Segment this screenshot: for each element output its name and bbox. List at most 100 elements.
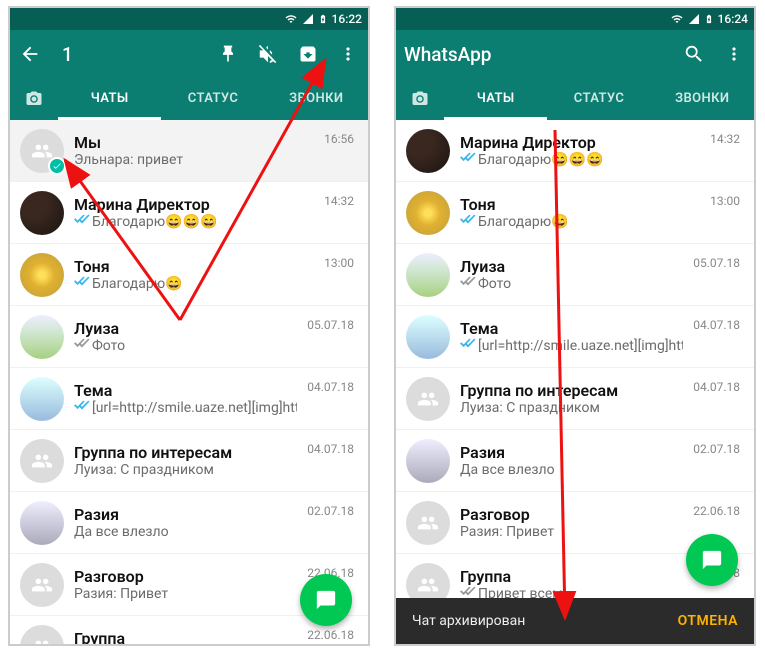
- group-avatar[interactable]: [20, 439, 64, 483]
- avatar[interactable]: [20, 315, 64, 359]
- camera-tab[interactable]: [396, 90, 444, 108]
- chat-last-message: Луиза: С праздником: [460, 400, 683, 416]
- chat-row[interactable]: Тема[url=http://smile.uaze.net][img]http…: [396, 306, 754, 368]
- chat-name: Разговор: [74, 567, 297, 586]
- chat-last-message: Луиза: С праздником: [74, 462, 297, 478]
- new-chat-fab[interactable]: [686, 534, 738, 586]
- battery-icon: [318, 12, 328, 26]
- chat-name: Разия: [460, 443, 683, 462]
- group-avatar[interactable]: [20, 563, 64, 607]
- chat-row[interactable]: Группа по интересамЛуиза: С праздником 04…: [396, 368, 754, 430]
- chat-last-message: Разия: Привет: [74, 586, 297, 602]
- overflow-icon[interactable]: [336, 42, 360, 66]
- signal-icon: [302, 13, 314, 25]
- avatar[interactable]: [406, 315, 450, 359]
- chat-name: Марина Директор: [74, 195, 314, 214]
- chat-name: Мы: [74, 133, 314, 152]
- avatar[interactable]: [20, 253, 64, 297]
- chat-last-message: Благодарю😄: [460, 214, 700, 230]
- chat-row[interactable]: ТоняБлагодарю😄 13:00: [10, 244, 368, 306]
- avatar[interactable]: [20, 191, 64, 235]
- chat-last-message: Разия: Привет: [460, 524, 683, 540]
- chat-name: Луиза: [460, 257, 683, 276]
- group-avatar[interactable]: [20, 129, 64, 173]
- wifi-icon: [670, 13, 684, 25]
- camera-tab[interactable]: [10, 90, 58, 108]
- chat-time: 05.07.18: [307, 318, 354, 332]
- chat-last-message: Фото: [460, 276, 683, 292]
- chat-last-message: [url=http://smile.uaze.net][img]http://s…: [74, 400, 297, 416]
- pin-icon[interactable]: [216, 42, 240, 66]
- tab-chats[interactable]: ЧАТЫ: [58, 78, 161, 120]
- avatar[interactable]: [20, 377, 64, 421]
- avatar[interactable]: [406, 191, 450, 235]
- new-chat-fab[interactable]: [300, 574, 352, 626]
- chat-time: 13:00: [324, 256, 354, 270]
- chat-row[interactable]: МыЭльнара: привет16:56: [10, 120, 368, 182]
- chat-row[interactable]: ТоняБлагодарю😄13:00: [396, 182, 754, 244]
- chat-row[interactable]: Группа по интересамЛуиза: С праздником04…: [10, 430, 368, 492]
- tab-chats[interactable]: ЧАТЫ: [444, 78, 547, 120]
- chat-row[interactable]: ЛуизаФото 05.07.18: [396, 244, 754, 306]
- chat-name: Разия: [74, 505, 297, 524]
- chat-name: Разговор: [460, 505, 683, 524]
- chat-time: 22.06.18: [307, 628, 354, 642]
- tabs: ЧАТЫ СТАТУС ЗВОНКИ: [396, 78, 754, 120]
- snackbar-undo[interactable]: ОТМЕНА: [678, 613, 738, 629]
- tab-status[interactable]: СТАТУС: [547, 78, 650, 120]
- chat-time: 05.07.18: [693, 256, 740, 270]
- chat-last-message: Благодарю😄😄😄: [74, 214, 314, 230]
- battery-icon: [704, 12, 714, 26]
- chat-time: 04.07.18: [307, 380, 354, 394]
- chat-time: 22.06.18: [693, 504, 740, 518]
- double-check-icon: [74, 400, 90, 416]
- chat-list-left: МыЭльнара: привет16:56Марина ДиректорБла…: [10, 120, 368, 644]
- double-check-icon: [460, 338, 476, 354]
- chat-row[interactable]: ЛуизаФото05.07.18: [10, 306, 368, 368]
- signal-icon: [688, 13, 700, 25]
- archive-icon[interactable]: [296, 42, 320, 66]
- group-avatar[interactable]: [406, 377, 450, 421]
- selection-action-bar: 1: [10, 30, 368, 78]
- chat-time: 04.07.18: [307, 442, 354, 456]
- selection-count: 1: [62, 43, 200, 66]
- double-check-icon: [460, 214, 476, 230]
- chat-time: 04.07.18: [693, 318, 740, 332]
- chat-last-message: Эльнара: привет: [74, 152, 314, 168]
- status-time: 16:22: [332, 12, 362, 26]
- mute-icon[interactable]: [256, 42, 280, 66]
- status-bar: 16:22: [10, 8, 368, 30]
- tab-calls[interactable]: ЗВОНКИ: [265, 78, 368, 120]
- snackbar-text: Чат архивирован: [412, 613, 525, 629]
- chat-name: Луиза: [74, 319, 297, 338]
- chat-name: Группа: [74, 629, 297, 644]
- double-check-icon: [74, 338, 90, 354]
- chat-time: 14:32: [710, 132, 740, 146]
- group-avatar[interactable]: [20, 625, 64, 645]
- phone-right: 16:24 WhatsApp ЧАТЫ СТАТУС ЗВОНКИ Марина…: [394, 6, 756, 646]
- chat-name: Марина Директор: [460, 133, 700, 152]
- tab-calls[interactable]: ЗВОНКИ: [651, 78, 754, 120]
- chat-row[interactable]: Марина ДиректорБлагодарю😄😄😄14:32: [396, 120, 754, 182]
- selected-check-icon: [48, 157, 66, 175]
- avatar[interactable]: [406, 129, 450, 173]
- avatar[interactable]: [406, 253, 450, 297]
- chat-time: 02.07.18: [307, 504, 354, 518]
- chat-row[interactable]: РазияДа все влезло02.07.18: [396, 430, 754, 492]
- chat-row[interactable]: Марина ДиректорБлагодарю😄😄😄14:32: [10, 182, 368, 244]
- group-avatar[interactable]: [406, 501, 450, 545]
- avatar[interactable]: [406, 439, 450, 483]
- avatar[interactable]: [20, 501, 64, 545]
- chat-row[interactable]: РазияДа все влезло02.07.18: [10, 492, 368, 554]
- chat-last-message: Благодарю😄: [74, 276, 314, 292]
- back-icon[interactable]: [18, 42, 42, 66]
- chat-row[interactable]: Тема[url=http://smile.uaze.net][img]http…: [10, 368, 368, 430]
- chat-name: Тоня: [74, 257, 314, 276]
- tab-status[interactable]: СТАТУС: [161, 78, 264, 120]
- chat-name: Группа по интересам: [460, 381, 683, 400]
- overflow-icon[interactable]: [722, 42, 746, 66]
- wifi-icon: [284, 13, 298, 25]
- search-icon[interactable]: [682, 42, 706, 66]
- chat-last-message: [url=http://smile.uaze.net][img]http://s…: [460, 338, 683, 354]
- chat-time: 04.07.18: [693, 380, 740, 394]
